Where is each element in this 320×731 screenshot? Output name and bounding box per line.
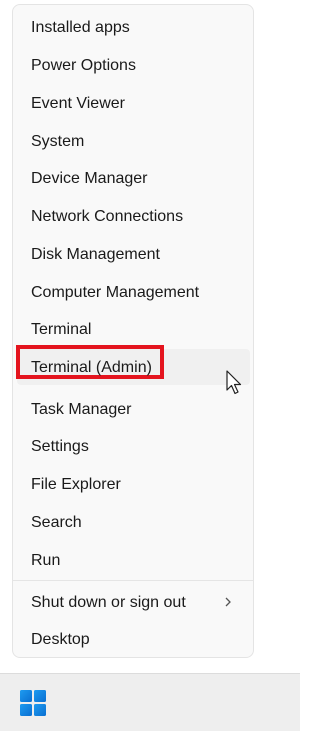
menu-item-power-options[interactable]: Power Options [31, 56, 136, 76]
menu-item-system[interactable]: System [31, 132, 84, 152]
mouse-pointer-icon [226, 370, 242, 395]
menu-item-disk-management[interactable]: Disk Management [31, 245, 160, 265]
menu-item-computer-management[interactable]: Computer Management [31, 283, 199, 303]
menu-item-settings[interactable]: Settings [31, 437, 89, 457]
menu-item-file-explorer[interactable]: File Explorer [31, 475, 121, 495]
menu-item-search[interactable]: Search [31, 513, 82, 533]
menu-item-desktop[interactable]: Desktop [31, 630, 90, 650]
menu-item-network-connections[interactable]: Network Connections [31, 207, 183, 227]
menu-item-run[interactable]: Run [31, 551, 60, 571]
menu-item-task-manager[interactable]: Task Manager [31, 400, 132, 420]
menu-item-event-viewer[interactable]: Event Viewer [31, 94, 125, 114]
start-button[interactable] [14, 684, 52, 722]
menu-item-terminal[interactable]: Terminal [31, 320, 91, 340]
menu-item-shut-down-or-sign-out[interactable]: Shut down or sign out [31, 593, 186, 613]
chevron-right-icon [225, 597, 231, 607]
menu-item-installed-apps[interactable]: Installed apps [31, 18, 130, 38]
taskbar [0, 673, 300, 731]
windows-logo-icon [20, 690, 46, 716]
menu-separator [13, 580, 253, 581]
menu-item-device-manager[interactable]: Device Manager [31, 169, 148, 189]
winx-context-menu: Installed apps Power Options Event Viewe… [12, 4, 254, 658]
menu-item-terminal-admin[interactable]: Terminal (Admin) [31, 358, 152, 378]
